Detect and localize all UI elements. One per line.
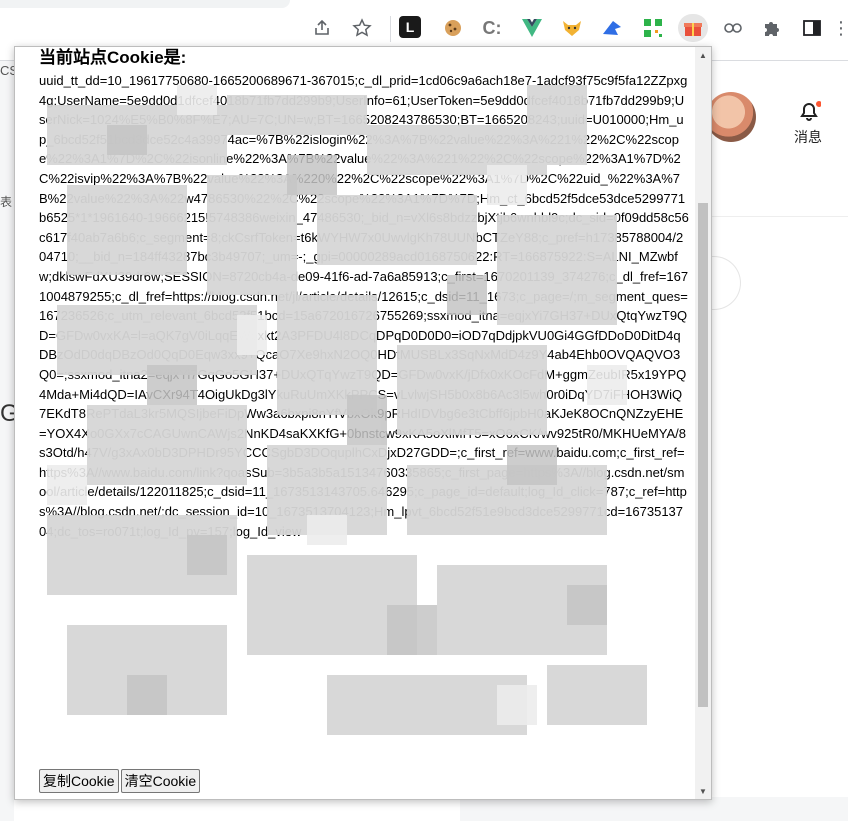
background-footer bbox=[460, 797, 848, 821]
extension-qr-icon[interactable] bbox=[641, 16, 665, 40]
background-divider bbox=[710, 216, 848, 217]
extension-fox-icon[interactable] bbox=[560, 16, 584, 40]
extension-link-icon[interactable] bbox=[721, 16, 745, 40]
extension-c-icon[interactable]: C: bbox=[480, 16, 504, 40]
popup-actions: 复制Cookie 清空Cookie bbox=[39, 769, 202, 793]
extension-cookie-icon[interactable] bbox=[441, 16, 465, 40]
popup-title: 当前站点Cookie是: bbox=[39, 48, 187, 67]
avatar[interactable] bbox=[706, 92, 756, 142]
side-panel-icon[interactable] bbox=[800, 16, 824, 40]
extensions-puzzle-icon[interactable] bbox=[760, 16, 784, 40]
extension-bird-icon[interactable] bbox=[600, 16, 624, 40]
scroll-down-arrow-icon[interactable]: ▼ bbox=[695, 783, 711, 799]
extension-l-icon[interactable]: L bbox=[399, 16, 421, 38]
background-sidebar bbox=[0, 61, 14, 821]
popup-content: 当前站点Cookie是: uuid_tt_dd=10_19617750680-1… bbox=[39, 47, 689, 799]
bell-icon[interactable] bbox=[797, 100, 822, 122]
extension-vue-icon[interactable] bbox=[520, 16, 544, 40]
more-menu-icon[interactable]: ⋮ bbox=[832, 16, 848, 40]
share-icon[interactable] bbox=[310, 16, 334, 40]
toolbar-separator bbox=[390, 16, 391, 42]
cookie-text: uuid_tt_dd=10_19617750680-1665200689671-… bbox=[39, 73, 689, 539]
address-bar-edge bbox=[0, 0, 290, 8]
scroll-up-arrow-icon[interactable]: ▲ bbox=[695, 47, 711, 63]
extension-gift-icon[interactable] bbox=[678, 14, 708, 42]
popup-scrollbar[interactable]: ▲ ▼ bbox=[695, 47, 711, 799]
background-fragment-table: 表 bbox=[0, 195, 13, 209]
messages-label[interactable]: 消息 bbox=[794, 127, 822, 147]
copy-cookie-button[interactable]: 复制Cookie bbox=[39, 769, 119, 793]
clear-cookie-button[interactable]: 清空Cookie bbox=[120, 769, 201, 793]
scroll-thumb[interactable] bbox=[698, 203, 708, 707]
bookmark-star-icon[interactable] bbox=[350, 16, 374, 40]
cookie-popup: 当前站点Cookie是: uuid_tt_dd=10_19617750680-1… bbox=[14, 46, 712, 800]
